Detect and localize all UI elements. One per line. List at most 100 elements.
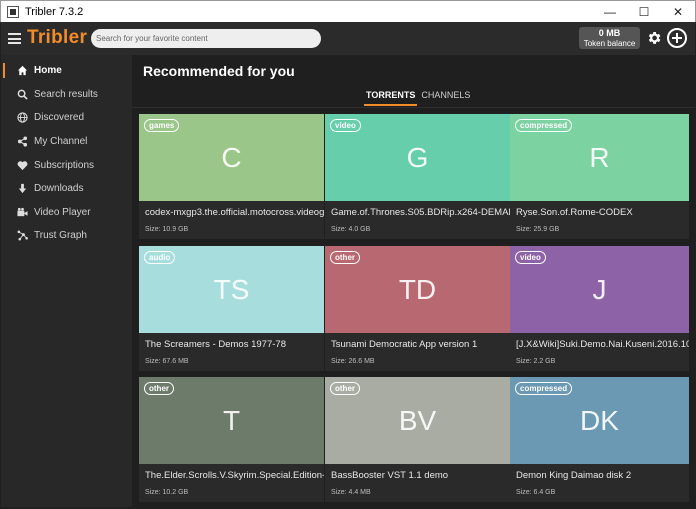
app-window-icon <box>7 5 19 18</box>
window-title: Tribler 7.3.2 <box>25 5 84 18</box>
sidebar-item-video-player[interactable]: Video Player <box>1 201 132 225</box>
main-content: Recommended for you TORRENTS CHANNELS ga… <box>132 55 695 507</box>
torrent-thumbnail: other T <box>139 377 324 464</box>
sidebar-item-label: Discovered <box>34 112 85 124</box>
torrent-thumbnail: video G <box>325 114 510 201</box>
tab-divider <box>132 107 695 108</box>
token-amount: 0 MB <box>598 28 621 38</box>
torrent-size: Size: 10.2 GB <box>145 489 189 496</box>
torrent-size: Size: 26.6 MB <box>331 358 375 365</box>
sidebar-item-discovered[interactable]: Discovered <box>1 106 132 130</box>
heart-icon <box>17 160 28 171</box>
torrent-card[interactable]: video J [J.X&Wiki]Suki.Demo.Nai.Kuseni.2… <box>510 246 689 371</box>
tab-torrents[interactable]: TORRENTS <box>364 90 418 106</box>
thumbnail-letters: T <box>222 404 241 436</box>
thumbnail-letters: J <box>592 273 607 305</box>
token-balance-label: Token balance <box>583 39 636 48</box>
torrent-card[interactable]: other T The.Elder.Scrolls.V.Skyrim.Speci… <box>139 377 324 502</box>
thumbnail-letters: R <box>589 141 610 173</box>
tribler-logo: Tribler <box>27 27 88 48</box>
torrent-size: Size: 6.4 GB <box>516 489 556 496</box>
category-badge: other <box>330 251 360 264</box>
sidebar-item-subscriptions[interactable]: Subscriptions <box>1 153 132 177</box>
minimize-button[interactable]: — <box>593 1 627 23</box>
window-titlebar: Tribler 7.3.2 — ☐ ✕ <box>0 0 696 22</box>
torrent-size: Size: 4.4 MB <box>331 489 371 496</box>
category-badge: compressed <box>515 382 573 395</box>
torrent-name: [J.X&Wiki]Suki.Demo.Nai.Kuseni.2016.1080… <box>516 339 689 350</box>
sidebar-item-label: Home <box>34 65 62 77</box>
torrent-name: codex-mxgp3.the.official.motocross.video… <box>145 207 324 218</box>
sidebar-item-my-channel[interactable]: My Channel <box>1 130 132 154</box>
sidebar-item-home[interactable]: Home <box>1 59 132 83</box>
torrent-size: Size: 67.6 MB <box>145 358 189 365</box>
share-icon <box>17 136 28 147</box>
thumbnail-letters: G <box>406 141 429 173</box>
thumbnail-letters: BV <box>398 404 437 436</box>
thumbnail-letters: DK <box>580 404 619 436</box>
torrent-size: Size: 4.0 GB <box>331 226 371 233</box>
torrent-card[interactable]: compressed DK Demon King Daimao disk 2 S… <box>510 377 689 502</box>
sidebar-item-label: My Channel <box>34 136 88 148</box>
sidebar-item-label: Search results <box>34 88 98 100</box>
content-tabs: TORRENTS CHANNELS <box>364 90 474 106</box>
download-arrow-icon <box>17 183 28 194</box>
video-camera-icon <box>17 207 28 218</box>
app-header: Tribler 0 MB Token balance <box>1 22 695 55</box>
thumbnail-letters: C <box>221 141 242 173</box>
sidebar-item-label: Subscriptions <box>34 159 95 171</box>
tab-channels[interactable]: CHANNELS <box>419 90 472 106</box>
torrent-name: BassBooster VST 1.1 demo <box>331 470 449 481</box>
torrent-thumbnail: compressed DK <box>510 377 689 464</box>
category-badge: other <box>330 382 360 395</box>
torrent-card[interactable]: games C codex-mxgp3.the.official.motocro… <box>139 114 324 239</box>
globe-icon <box>17 112 28 124</box>
torrent-name: Game.of.Thrones.S05.BDRip.x264-DEMAND[ <box>331 207 510 218</box>
torrent-card[interactable]: other BV BassBooster VST 1.1 demo Size: … <box>325 377 510 502</box>
sidebar: Home Search results Discovered My Channe… <box>1 55 132 507</box>
torrent-card[interactable]: other TD Tsunami Democratic App version … <box>325 246 510 371</box>
torrent-card[interactable]: compressed R Ryse.Son.of.Rome-CODEX Size… <box>510 114 689 239</box>
graph-nodes-icon <box>17 230 28 241</box>
torrent-thumbnail: other BV <box>325 377 510 464</box>
sidebar-item-label: Video Player <box>34 206 91 218</box>
torrent-name: Demon King Daimao disk 2 <box>516 470 632 481</box>
sidebar-item-label: Downloads <box>34 183 84 195</box>
torrent-name: The Screamers - Demos 1977-78 <box>145 339 286 350</box>
hamburger-menu-icon[interactable] <box>8 33 21 44</box>
thumbnail-letters: TD <box>398 273 437 305</box>
home-icon <box>17 65 28 76</box>
torrent-name: Tsunami Democratic App version 1 <box>331 339 478 350</box>
category-badge: games <box>144 119 180 132</box>
page-title: Recommended for you <box>143 63 295 79</box>
torrent-thumbnail: other TD <box>325 246 510 333</box>
add-torrent-plus-icon[interactable] <box>667 28 687 48</box>
token-balance-button[interactable]: 0 MB Token balance <box>579 27 640 49</box>
search-input[interactable] <box>91 29 321 48</box>
torrent-thumbnail: compressed R <box>510 114 689 201</box>
torrent-thumbnail: audio TS <box>139 246 324 333</box>
close-button[interactable]: ✕ <box>661 1 695 23</box>
category-badge: video <box>330 119 361 132</box>
torrent-thumbnail: video J <box>510 246 689 333</box>
torrent-card[interactable]: video G Game.of.Thrones.S05.BDRip.x264-D… <box>325 114 510 239</box>
torrent-name: Ryse.Son.of.Rome-CODEX <box>516 207 633 218</box>
category-badge: audio <box>144 251 176 264</box>
category-badge: video <box>515 251 546 264</box>
torrent-name: The.Elder.Scrolls.V.Skyrim.Special.Editi… <box>145 470 324 481</box>
gear-icon[interactable] <box>646 30 662 46</box>
sidebar-item-downloads[interactable]: Downloads <box>1 177 132 201</box>
torrent-size: Size: 2.2 GB <box>516 358 556 365</box>
sidebar-item-trust-graph[interactable]: Trust Graph <box>1 224 132 248</box>
sidebar-item-label: Trust Graph <box>34 230 87 242</box>
maximize-button[interactable]: ☐ <box>627 1 661 23</box>
torrent-thumbnail: games C <box>139 114 324 201</box>
category-badge: other <box>144 382 174 395</box>
category-badge: compressed <box>515 119 573 132</box>
torrent-size: Size: 10.9 GB <box>145 226 189 233</box>
torrent-card[interactable]: audio TS The Screamers - Demos 1977-78 S… <box>139 246 324 371</box>
torrent-size: Size: 25.9 GB <box>516 226 560 233</box>
sidebar-item-search-results[interactable]: Search results <box>1 83 132 107</box>
thumbnail-letters: TS <box>213 273 250 305</box>
search-icon <box>17 89 28 100</box>
